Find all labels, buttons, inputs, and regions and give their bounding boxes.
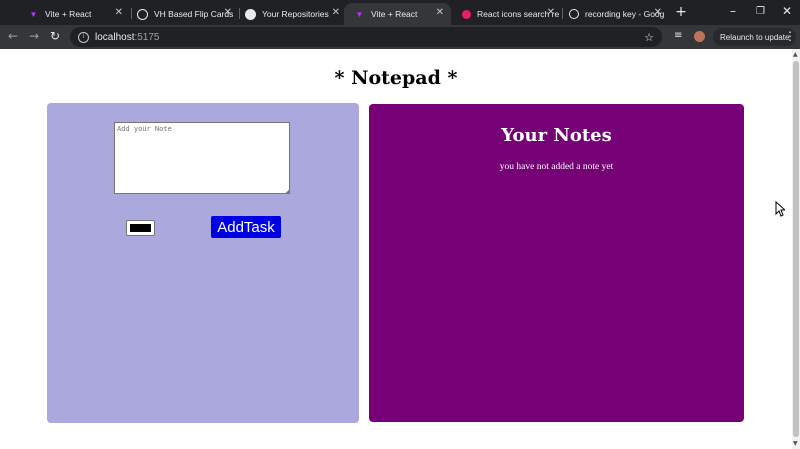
vite-icon: ▼ (29, 9, 38, 19)
page-title: * Notepad * (334, 67, 458, 89)
restore-button[interactable]: ❐ (756, 6, 765, 17)
close-icon[interactable]: ✕ (654, 7, 662, 18)
scroll-up-icon[interactable]: ▲ (793, 51, 798, 58)
bookmark-star-icon[interactable]: ☆ (644, 31, 654, 44)
resize-grip-icon[interactable]: ◢ (285, 188, 290, 195)
add-task-button[interactable]: AddTask (211, 216, 281, 238)
profile-avatar[interactable] (694, 31, 705, 42)
close-icon[interactable]: ✕ (547, 7, 555, 18)
tab-title: recording key - Goog (585, 9, 665, 19)
tab-vite-react-1[interactable]: ▼ Vite + React ✕ (18, 3, 130, 25)
react-icons-icon (462, 9, 471, 19)
url-port: :5175 (134, 31, 160, 43)
new-tab-button[interactable]: + (674, 4, 688, 20)
close-window-button[interactable]: ✕ (782, 4, 792, 18)
menu-icon[interactable]: ⋮ (784, 29, 796, 43)
color-picker[interactable] (126, 220, 155, 236)
reload-icon[interactable]: ↻ (50, 29, 60, 43)
forward-arrow-icon[interactable]: → (29, 29, 39, 43)
scrollbar-thumb[interactable] (793, 61, 799, 437)
color-swatch (130, 224, 151, 232)
tab-vite-react-active[interactable]: ▼ Vite + React ✕ (344, 3, 451, 25)
tab-react-icons[interactable]: React icons search re ✕ (452, 3, 562, 25)
globe-icon (137, 8, 148, 20)
minimize-button[interactable]: – (730, 4, 736, 18)
close-icon[interactable]: ✕ (332, 7, 340, 18)
notes-panel: Your Notes you have not added a note yet (369, 104, 744, 422)
url-host: localhost (95, 31, 135, 43)
google-icon (569, 9, 579, 19)
mouse-cursor-icon (775, 201, 785, 217)
notes-heading: Your Notes (501, 125, 612, 146)
media-controls-icon[interactable]: ≡ (674, 30, 682, 41)
note-textarea[interactable] (114, 122, 290, 194)
close-icon[interactable]: ✕ (115, 7, 123, 18)
close-icon[interactable]: ✕ (224, 7, 232, 18)
close-icon[interactable]: ✕ (436, 7, 444, 18)
note-editor-panel: ◢ AddTask (47, 103, 359, 423)
tab-your-repositories[interactable]: Your Repositories ✕ (235, 3, 347, 25)
empty-notes-message: you have not added a note yet (499, 162, 614, 172)
browser-toolbar: ← → ↻ i localhost:5175 ☆ ≡ Relaunch to u… (0, 25, 800, 49)
tab-flip-cards[interactable]: VH Based Flip Cards ✕ (127, 3, 239, 25)
tab-title: Vite + React (371, 9, 418, 19)
back-arrow-icon[interactable]: ← (8, 29, 18, 43)
scroll-down-icon[interactable]: ▼ (793, 440, 798, 447)
vite-icon: ▼ (355, 9, 364, 19)
tab-title: Your Repositories (262, 9, 329, 19)
tab-title: VH Based Flip Cards (154, 9, 234, 19)
tab-strip: ▼ Vite + React ✕ VH Based Flip Cards ✕ Y… (0, 0, 800, 25)
site-info-icon[interactable]: i (78, 31, 89, 43)
address-bar[interactable]: i localhost:5175 ☆ (70, 27, 662, 47)
github-icon (245, 8, 256, 20)
page-viewport: * Notepad * ◢ AddTask Your Notes you hav… (0, 49, 792, 449)
vertical-scrollbar[interactable]: ▲ ▼ (792, 49, 800, 449)
tab-recording-key[interactable]: recording key - Goog ✕ (559, 3, 669, 25)
tab-title: Vite + React (45, 9, 92, 19)
